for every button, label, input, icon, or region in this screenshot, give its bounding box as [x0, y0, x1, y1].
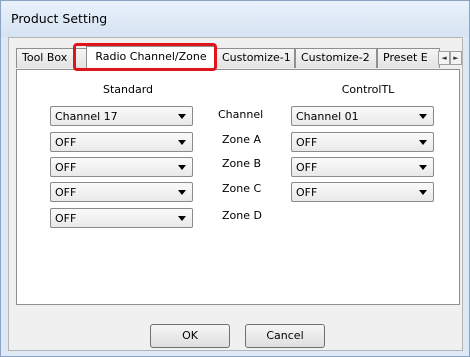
- controltl-column-header: ControlTL: [341, 83, 395, 96]
- row-label-zone-c: Zone C: [222, 182, 262, 195]
- title-bar: Product Setting: [1, 1, 469, 37]
- select-value: OFF: [55, 186, 77, 199]
- row-label-zone-b: Zone B: [222, 157, 262, 170]
- tab-customize-1[interactable]: Customize-1: [216, 48, 295, 68]
- standard-zone-a-select[interactable]: OFF: [50, 132, 193, 152]
- window-title: Product Setting: [11, 11, 108, 26]
- chevron-down-icon: [419, 190, 427, 195]
- chevron-down-icon: [178, 190, 186, 195]
- row-label-zone-a: Zone A: [222, 133, 262, 146]
- tab-tool-box[interactable]: Tool Box: [16, 48, 88, 68]
- chevron-down-icon: [178, 114, 186, 119]
- chevron-down-icon: [419, 165, 427, 170]
- select-value: OFF: [55, 136, 77, 149]
- controltl-channel-select[interactable]: Channel 01: [291, 106, 434, 126]
- ok-button[interactable]: OK: [150, 324, 230, 348]
- chevron-down-icon: [419, 140, 427, 145]
- tab-label: Tool Box: [22, 51, 68, 64]
- tab-label: Preset E: [383, 51, 428, 64]
- select-value: OFF: [55, 161, 77, 174]
- chevron-down-icon: [419, 114, 427, 119]
- controltl-zone-c-select[interactable]: OFF: [291, 182, 434, 202]
- tab-radio-channel-zone[interactable]: Radio Channel/Zone: [86, 46, 216, 70]
- select-value: OFF: [296, 186, 318, 199]
- tab-scroll-right-icon[interactable]: ►: [450, 51, 462, 65]
- select-value: OFF: [296, 136, 318, 149]
- select-value: OFF: [296, 161, 318, 174]
- product-setting-window: Product Setting Tool Box Radio Channel/Z…: [0, 0, 470, 357]
- tab-preset[interactable]: Preset E: [377, 48, 440, 68]
- chevron-down-icon: [178, 140, 186, 145]
- select-value: Channel 17: [55, 110, 118, 123]
- controltl-zone-a-select[interactable]: OFF: [291, 132, 434, 152]
- standard-zone-c-select[interactable]: OFF: [50, 182, 193, 202]
- tab-label: Customize-1: [222, 51, 291, 64]
- standard-zone-d-select[interactable]: OFF: [50, 208, 193, 228]
- chevron-down-icon: [178, 216, 186, 221]
- select-value: Channel 01: [296, 110, 359, 123]
- tab-strip: Tool Box Radio Channel/Zone Customize-1 …: [16, 46, 462, 70]
- cancel-button[interactable]: Cancel: [245, 324, 325, 348]
- chevron-down-icon: [178, 165, 186, 170]
- row-label-channel: Channel: [218, 108, 264, 121]
- radio-channel-zone-panel: Standard ControlTL Channel 17 Channel Ch…: [16, 69, 460, 305]
- standard-channel-select[interactable]: Channel 17: [50, 106, 193, 126]
- tab-scroll-left-icon[interactable]: ◄: [438, 51, 450, 65]
- standard-column-header: Standard: [102, 83, 154, 96]
- select-value: OFF: [55, 212, 77, 225]
- standard-zone-b-select[interactable]: OFF: [50, 157, 193, 177]
- tab-label: Radio Channel/Zone: [95, 50, 207, 63]
- dialog-body: Tool Box Radio Channel/Zone Customize-1 …: [8, 37, 463, 351]
- tab-customize-2[interactable]: Customize-2: [295, 48, 377, 68]
- row-label-zone-d: Zone D: [222, 209, 262, 222]
- tab-label: Customize-2: [301, 51, 370, 64]
- controltl-zone-b-select[interactable]: OFF: [291, 157, 434, 177]
